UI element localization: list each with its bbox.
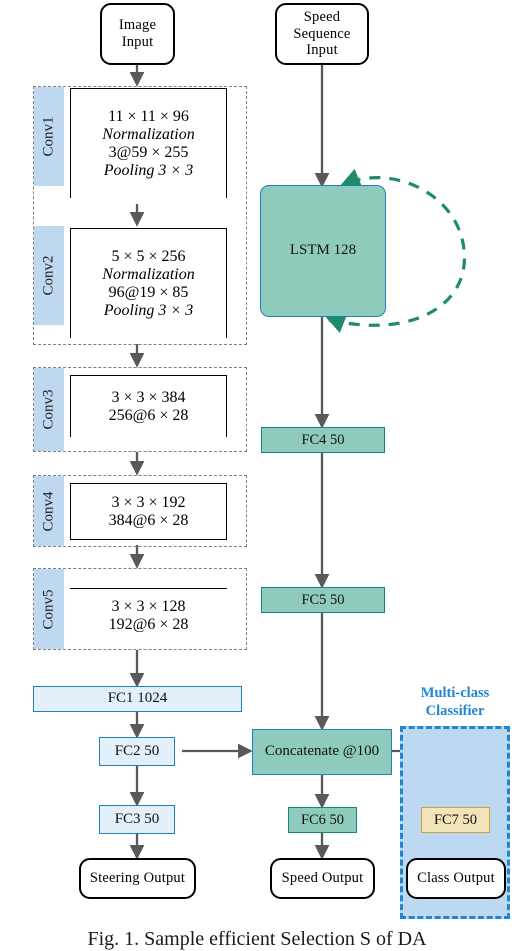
conv4-label-tab: Conv4 xyxy=(34,476,64,546)
fc2-block[interactable]: FC2 50 xyxy=(99,737,175,766)
speed-output-node[interactable]: Speed Output xyxy=(270,858,375,899)
conv2-spec-line-1: 5 × 5 × 256 xyxy=(111,247,186,265)
conv3-spec-line-2: 256@6 × 28 xyxy=(108,406,189,424)
conv2-label: Conv2 xyxy=(40,255,57,296)
fc1-block[interactable]: FC1 1024 xyxy=(33,686,242,712)
conv5-label: Conv5 xyxy=(40,588,57,630)
class-output-label: Class Output xyxy=(417,870,495,887)
fc2-label: FC2 50 xyxy=(114,742,160,759)
concatenate-block[interactable]: Concatenate @100 xyxy=(252,729,392,775)
conv2-label-tab: Conv2 xyxy=(34,226,64,325)
speed-input-node[interactable]: Speed Sequence Input xyxy=(275,3,369,65)
image-input-node[interactable]: Image Input xyxy=(100,3,175,65)
fc7-label: FC7 50 xyxy=(433,811,478,828)
conv1-spec-line-4: Pooling 3 × 3 xyxy=(103,161,194,179)
fc6-block[interactable]: FC6 50 xyxy=(288,807,357,833)
lstm-label: LSTM 128 xyxy=(289,242,357,259)
fc6-label: FC6 50 xyxy=(300,811,345,828)
classifier-title-line-2: Classifier xyxy=(425,703,485,720)
network-architecture-diagram: Image Input Speed Sequence Input Conv1 1… xyxy=(0,0,514,950)
speed-output-label: Speed Output xyxy=(281,870,364,887)
fc3-block[interactable]: FC3 50 xyxy=(99,805,175,834)
image-input-line-1: Image xyxy=(118,17,157,34)
classifier-title-line-1: Multi-class xyxy=(420,685,490,701)
figure-caption-text: Fig. 1. Sample efficient Selection S of … xyxy=(87,928,427,950)
image-input-line-2: Input xyxy=(121,34,154,50)
conv3-label-tab: Conv3 xyxy=(34,368,64,451)
conv1-label-tab: Conv1 xyxy=(34,87,64,186)
conv3-body: 3 × 3 × 384 256@6 × 28 xyxy=(70,375,227,437)
figure-caption: Fig. 1. Sample efficient Selection S of … xyxy=(0,928,514,951)
fc3-label: FC3 50 xyxy=(114,810,160,827)
conv1-body: 11 × 11 × 96 Normalization 3@59 × 255 Po… xyxy=(70,88,227,198)
fc4-block[interactable]: FC4 50 xyxy=(261,427,385,453)
lstm-block[interactable]: LSTM 128 xyxy=(260,185,386,317)
conv1-spec-line-2: Normalization xyxy=(102,125,195,143)
conv3-spec-line-1: 3 × 3 × 384 xyxy=(111,388,186,406)
lstm-recurrent-arc-tail xyxy=(324,313,348,333)
conv5-body: 3 × 3 × 128 192@6 × 28 xyxy=(70,588,227,642)
conv1-label: Conv1 xyxy=(40,116,57,157)
speed-input-line-2: Sequence xyxy=(293,25,351,42)
speed-input-line-1: Speed xyxy=(303,8,341,25)
class-output-node[interactable]: Class Output xyxy=(406,858,506,899)
steering-output-label: Steering Output xyxy=(89,870,186,887)
conv4-label: Conv4 xyxy=(40,490,57,532)
conv5-spec-line-2: 192@6 × 28 xyxy=(108,615,189,633)
multi-class-classifier-title: Multi-class Classifier xyxy=(392,684,514,720)
conv2-body: 5 × 5 × 256 Normalization 96@19 × 85 Poo… xyxy=(70,228,227,338)
fc4-label: FC4 50 xyxy=(301,431,345,448)
conv4-spec-line-2: 384@6 × 28 xyxy=(108,511,189,529)
conv1-spec-line-3: 3@59 × 255 xyxy=(108,143,189,161)
conv1-spec-line-1: 11 × 11 × 96 xyxy=(108,107,189,125)
fc1-label: FC1 1024 xyxy=(107,690,168,707)
conv2-spec-line-2: Normalization xyxy=(102,265,195,283)
conv4-body: 3 × 3 × 192 384@6 × 28 xyxy=(70,483,227,540)
conv2-spec-line-3: 96@19 × 85 xyxy=(108,283,189,301)
conv4-spec-line-1: 3 × 3 × 192 xyxy=(111,493,186,511)
speed-input-line-3: Input xyxy=(306,42,338,59)
fc7-block[interactable]: FC7 50 xyxy=(421,807,490,833)
conv5-spec-line-1: 3 × 3 × 128 xyxy=(111,597,186,615)
conv3-label: Conv3 xyxy=(40,389,57,430)
conv5-label-tab: Conv5 xyxy=(34,569,64,649)
concatenate-label: Concatenate @100 xyxy=(264,743,380,760)
fc5-block[interactable]: FC5 50 xyxy=(261,587,385,613)
conv2-spec-line-4: Pooling 3 × 3 xyxy=(103,301,194,319)
fc5-label: FC5 50 xyxy=(301,591,345,608)
steering-output-node[interactable]: Steering Output xyxy=(79,858,196,899)
